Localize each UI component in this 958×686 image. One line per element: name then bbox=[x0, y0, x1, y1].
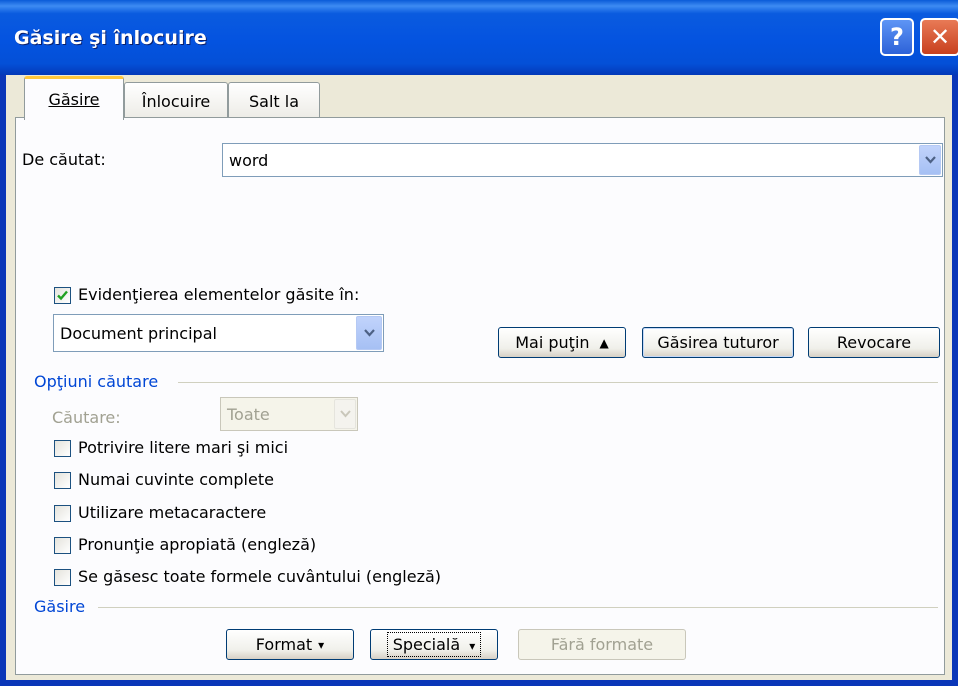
close-icon: ✕ bbox=[929, 23, 951, 51]
format-button[interactable]: Format ▾ bbox=[226, 629, 354, 660]
sounds-like-label: Pronunţie apropiată (engleză) bbox=[78, 535, 317, 554]
close-button[interactable]: ✕ bbox=[920, 18, 958, 56]
match-case-checkbox[interactable] bbox=[54, 440, 71, 457]
search-direction-value: Toate bbox=[227, 404, 270, 424]
find-all-button[interactable]: Găsirea tuturor bbox=[642, 327, 794, 358]
tab-goto-label: Salt la bbox=[248, 92, 299, 111]
tab-find-label: Găsire bbox=[48, 90, 100, 109]
sounds-like-checkbox[interactable] bbox=[54, 537, 71, 554]
help-icon: ? bbox=[890, 23, 904, 51]
find-what-label: De căutat: bbox=[22, 150, 106, 169]
find-group-label: Găsire bbox=[34, 597, 86, 616]
wildcards-label: Utilizare metacaractere bbox=[78, 503, 267, 522]
window-title: Găsire şi înlocuire bbox=[14, 27, 207, 49]
window-frame-right bbox=[952, 75, 958, 680]
find-tab-panel bbox=[15, 117, 945, 675]
dropdown-arrow-icon: ▾ bbox=[469, 639, 476, 653]
highlight-scope-value: Document principal bbox=[60, 323, 217, 343]
search-direction-dropdown-button[interactable] bbox=[334, 399, 356, 429]
checkmark-icon bbox=[57, 290, 68, 301]
chevron-down-icon bbox=[339, 410, 351, 418]
window-frame-bottom bbox=[0, 680, 958, 686]
find-all-label: Găsirea tuturor bbox=[657, 333, 779, 352]
find-what-value: word bbox=[229, 150, 269, 170]
special-label: Specială bbox=[392, 635, 461, 654]
word-forms-checkbox[interactable] bbox=[54, 569, 71, 586]
search-options-divider bbox=[178, 382, 938, 383]
chevron-down-icon bbox=[363, 329, 375, 337]
special-focus: Specială ▾ bbox=[386, 632, 482, 657]
highlight-scope-select[interactable]: Document principal bbox=[53, 314, 384, 352]
highlight-scope-dropdown-button[interactable] bbox=[356, 316, 382, 350]
tab-replace[interactable]: Înlocuire bbox=[124, 82, 228, 120]
cancel-button[interactable]: Revocare bbox=[808, 327, 940, 358]
search-direction-select[interactable]: Toate bbox=[220, 397, 358, 431]
search-direction-label: Căutare: bbox=[52, 408, 121, 427]
tab-goto[interactable]: Salt la bbox=[228, 82, 320, 120]
wildcards-checkbox[interactable] bbox=[54, 505, 71, 522]
word-forms-label: Se găsesc toate formele cuvântului (engl… bbox=[78, 567, 442, 586]
format-label: Format bbox=[255, 635, 313, 654]
chevron-down-icon bbox=[924, 156, 936, 164]
find-what-combo[interactable]: word bbox=[222, 143, 943, 177]
tab-find[interactable]: Găsire bbox=[24, 76, 124, 120]
title-bar[interactable]: Găsire şi înlocuire ? ✕ bbox=[0, 0, 958, 75]
find-replace-dialog: Găsire şi înlocuire ? ✕ Găsire Înlocuire… bbox=[0, 0, 958, 686]
help-button[interactable]: ? bbox=[880, 18, 914, 56]
find-group-divider bbox=[98, 607, 938, 608]
special-button[interactable]: Specială ▾ bbox=[370, 629, 498, 660]
collapse-arrow-icon: ▲ bbox=[599, 335, 609, 350]
match-case-label: Potrivire litere mari şi mici bbox=[78, 438, 289, 457]
dropdown-arrow-icon: ▾ bbox=[318, 637, 325, 652]
find-what-dropdown-button[interactable] bbox=[919, 145, 941, 175]
highlight-label: Evidenţierea elementelor găsite în: bbox=[78, 285, 360, 304]
search-options-group-label: Opţiuni căutare bbox=[34, 372, 159, 391]
tab-replace-label: Înlocuire bbox=[141, 92, 211, 111]
no-formatting-button[interactable]: Fără formate bbox=[518, 629, 686, 660]
less-button-label: Mai puţin bbox=[515, 333, 590, 352]
highlight-checkbox[interactable] bbox=[54, 287, 71, 304]
whole-words-checkbox[interactable] bbox=[54, 472, 71, 489]
cancel-label: Revocare bbox=[836, 333, 912, 352]
whole-words-label: Numai cuvinte complete bbox=[78, 470, 274, 489]
no-formatting-label: Fără formate bbox=[550, 635, 654, 654]
less-button[interactable]: Mai puţin ▲ bbox=[498, 327, 626, 358]
